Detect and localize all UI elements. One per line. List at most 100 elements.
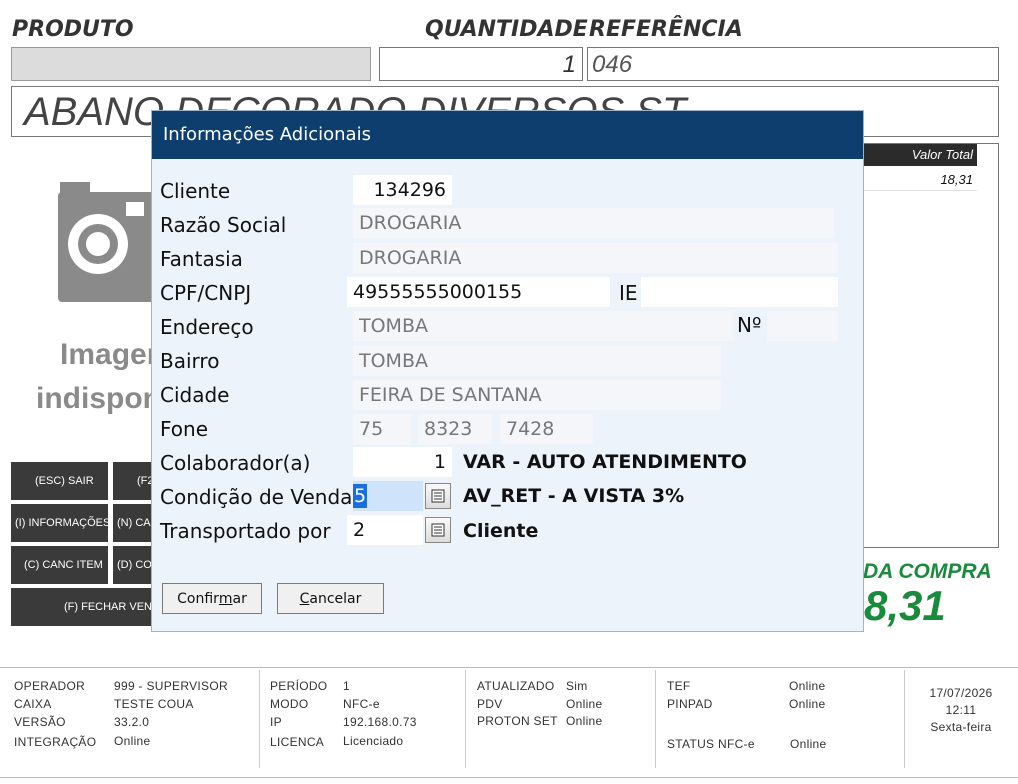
colaborador-field[interactable]: 1 <box>353 447 452 477</box>
fone-part1-field[interactable]: 8323 <box>418 414 492 444</box>
date-display: 17/07/2026 <box>929 686 993 700</box>
cancelar-label-part: ancelar <box>309 590 362 607</box>
total-label: DA COMPRA <box>863 560 992 583</box>
bairro-label: Bairro <box>160 349 220 373</box>
modo-label: MODO <box>270 697 309 711</box>
cpf-cnpj-field[interactable]: 49555555000155 <box>347 277 610 307</box>
transportado-field[interactable]: 2 <box>347 515 423 545</box>
bairro-field[interactable]: TOMBA <box>353 346 721 376</box>
fantasia-field[interactable]: DROGARIA <box>353 243 838 273</box>
operador-label: OPERADOR <box>14 679 86 693</box>
fone-ddd-field[interactable]: 75 <box>353 414 411 444</box>
f2-button[interactable]: (F2) <box>113 462 152 500</box>
camera-icon <box>58 182 158 302</box>
atualizado-value: Sim <box>566 679 588 693</box>
caixa-label: CAIXA <box>14 697 52 711</box>
cancelar-item-button[interactable]: (C) CANC ITEM <box>11 546 108 584</box>
condicao-venda-name: AV_RET - A VISTA 3% <box>463 485 685 507</box>
transportado-name: Cliente <box>463 520 539 542</box>
status-nfce-label: STATUS NFC-e <box>667 737 755 751</box>
list-item-valor-total[interactable]: 18,31 <box>861 172 977 191</box>
quantidade-label: QUANTIDADE <box>425 17 588 42</box>
licenca-value: Licenciado <box>343 734 404 748</box>
condicao-venda-field[interactable]: 5 <box>353 481 423 511</box>
numero-label: Nº <box>737 313 762 337</box>
cidade-label: Cidade <box>160 383 230 407</box>
list-icon <box>431 523 445 537</box>
transportado-lookup-button[interactable] <box>425 517 451 543</box>
weekday-display: Sexta-feira <box>930 720 992 734</box>
licenca-label: LICENCA <box>270 735 325 749</box>
operador-value: 999 - SUPERVISOR <box>114 679 228 693</box>
status-bar-top-border <box>0 667 1018 668</box>
pdv-label: PDV <box>477 697 503 711</box>
pdv-value: Online <box>566 697 603 711</box>
caixa-value: TESTE COUA <box>114 697 194 711</box>
status-separator <box>904 670 905 768</box>
proton-set-label: PROTON SET <box>477 714 558 728</box>
razao-social-label: Razão Social <box>160 213 287 237</box>
dialog-title: Informações Adicionais <box>152 111 863 159</box>
fantasia-label: Fantasia <box>160 247 243 271</box>
transportado-label: Transportado por <box>160 519 331 543</box>
confirmar-label-part: Confir <box>177 590 219 607</box>
atualizado-label: ATUALIZADO <box>477 679 555 693</box>
status-nfce-value: Online <box>790 737 827 751</box>
versao-label: VERSÃO <box>14 715 66 729</box>
cancelar-accel-key: C <box>299 590 310 607</box>
status-separator <box>465 670 466 768</box>
razao-social-field[interactable]: DROGARIA <box>353 208 834 238</box>
pinpad-label: PINPAD <box>667 697 713 711</box>
list-icon <box>431 489 445 503</box>
periodo-value: 1 <box>343 679 350 693</box>
condicao-venda-label: Condição de Venda <box>160 485 353 509</box>
integracao-label: INTEGRAÇÃO <box>14 735 97 749</box>
valor-total-header: Valor Total <box>861 144 977 166</box>
status-bar-bottom-border <box>0 777 1018 778</box>
informacoes-button[interactable]: (I) INFORMAÇÕES <box>11 504 108 542</box>
condicao-venda-selected-text: 5 <box>353 484 368 508</box>
fone-part2-field[interactable]: 7428 <box>500 414 593 444</box>
endereco-label: Endereço <box>160 315 254 339</box>
fone-label: Fone <box>160 417 209 441</box>
modo-value: NFC-e <box>343 697 380 711</box>
ip-value: 192.168.0.73 <box>343 715 417 729</box>
periodo-label: PERÍODO <box>270 679 328 693</box>
produto-code-field[interactable] <box>11 47 371 81</box>
colaborador-name: VAR - AUTO ATENDIMENTO <box>463 451 747 473</box>
tef-label: TEF <box>667 679 691 693</box>
cliente-field[interactable]: 134296 <box>353 175 452 205</box>
total-value: 8,31 <box>864 582 946 629</box>
desconto-button[interactable]: (D) CON <box>113 546 152 584</box>
proton-set-value: Online <box>566 714 603 728</box>
tef-value: Online <box>789 679 826 693</box>
cancelar-button[interactable]: Cancelar <box>277 583 384 614</box>
confirmar-button[interactable]: Confir m ar <box>162 583 262 614</box>
endereco-field[interactable]: TOMBA <box>353 311 733 341</box>
pinpad-value: Online <box>789 697 826 711</box>
confirmar-accel-key: m <box>218 590 233 607</box>
produto-label: PRODUTO <box>12 17 134 42</box>
versao-value: 33.2.0 <box>114 715 150 729</box>
quantidade-field[interactable]: 1 <box>379 47 583 81</box>
ie-field[interactable] <box>641 277 838 307</box>
condicao-lookup-button[interactable] <box>425 483 451 509</box>
referencia-field[interactable]: 046 <box>587 47 999 81</box>
ie-label: IE <box>619 281 638 305</box>
cidade-field[interactable]: FEIRA DE SANTANA <box>353 380 721 410</box>
cancelar-venda-button[interactable]: (N) CANC <box>113 504 152 542</box>
numero-field[interactable] <box>767 311 838 341</box>
integracao-value: Online <box>114 734 151 748</box>
status-separator <box>655 670 656 768</box>
ip-label: IP <box>270 715 282 729</box>
fechar-venda-button[interactable]: (F) FECHAR VENDA <box>11 588 152 626</box>
cliente-label: Cliente <box>160 179 231 203</box>
sair-button[interactable]: (ESC) SAIR <box>11 462 108 500</box>
informacoes-adicionais-dialog: Informações Adicionais Cliente 134296 Ra… <box>152 111 863 631</box>
confirmar-label-part: ar <box>232 590 247 607</box>
time-display: 12:11 <box>945 703 977 717</box>
cpf-cnpj-label: CPF/CNPJ <box>160 281 252 305</box>
colaborador-label: Colaborador(a) <box>160 451 311 475</box>
items-list[interactable]: Valor Total 18,31 <box>860 143 999 548</box>
status-separator <box>259 670 260 768</box>
